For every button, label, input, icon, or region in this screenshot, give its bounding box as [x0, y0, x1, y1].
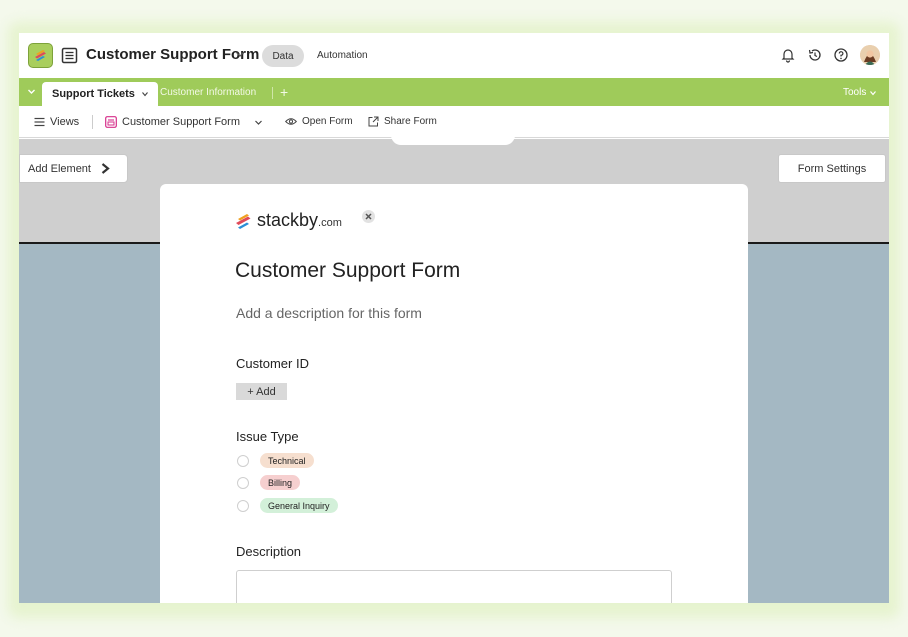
- chevron-down-icon: [142, 92, 148, 97]
- chevron-down-icon: [870, 90, 877, 95]
- form-card: stackby .com Customer Support Form Add a…: [160, 184, 748, 603]
- option-pill: Billing: [260, 475, 301, 490]
- form-logo[interactable]: stackby .com: [234, 210, 342, 231]
- chevron-right-icon: [101, 163, 110, 174]
- radio-button[interactable]: [237, 454, 249, 467]
- add-element-label: Add Element: [28, 162, 91, 175]
- chevron-down-icon: [255, 120, 262, 125]
- tools-menu[interactable]: Tools: [843, 87, 877, 98]
- history-icon[interactable]: [807, 47, 823, 63]
- description-input[interactable]: [236, 570, 672, 603]
- table-tab-bar: Support Tickets Customer Information + T…: [19, 78, 889, 106]
- views-button[interactable]: Views: [34, 116, 79, 128]
- tools-label: Tools: [843, 87, 867, 98]
- avatar[interactable]: [860, 45, 880, 65]
- app-window: Customer Support Form Data Automation Su…: [19, 33, 889, 603]
- option-pill: Technical: [260, 453, 314, 468]
- share-form-label: Share Form: [384, 116, 437, 127]
- option-general-inquiry[interactable]: General Inquiry: [237, 498, 338, 513]
- option-technical[interactable]: Technical: [237, 453, 314, 468]
- help-icon[interactable]: [833, 47, 849, 63]
- stackby-logo-icon: [236, 213, 251, 229]
- tab-automation[interactable]: Automation: [317, 50, 368, 61]
- radio-button[interactable]: [237, 499, 249, 512]
- chevron-down-icon[interactable]: [26, 86, 37, 97]
- canvas-notch: [391, 134, 515, 145]
- tab-support-tickets[interactable]: Support Tickets: [42, 82, 158, 106]
- stackby-logo-icon[interactable]: [28, 43, 53, 68]
- option-pill: General Inquiry: [260, 498, 338, 513]
- tab-data[interactable]: Data: [262, 45, 304, 67]
- form-description[interactable]: Add a description for this form: [236, 305, 422, 321]
- add-table-button[interactable]: +: [280, 84, 288, 100]
- bell-icon[interactable]: [780, 47, 796, 63]
- eye-icon: [285, 118, 297, 125]
- share-icon: [368, 116, 379, 127]
- hamburger-icon: [34, 117, 45, 127]
- add-customer-id-button[interactable]: + Add: [236, 383, 287, 400]
- open-form-button[interactable]: Open Form: [285, 116, 353, 127]
- views-label: Views: [50, 116, 80, 128]
- tab-label: Support Tickets: [52, 88, 135, 100]
- field-label-customer-id: Customer ID: [236, 356, 309, 371]
- form-view-icon: [105, 116, 117, 128]
- chevron-down-icon[interactable]: [234, 48, 246, 60]
- top-header: Customer Support Form Data Automation: [19, 33, 889, 78]
- field-label-issue-type: Issue Type: [236, 429, 299, 444]
- remove-logo-icon[interactable]: [362, 210, 375, 223]
- views-divider: [92, 115, 93, 129]
- field-label-description: Description: [236, 544, 302, 559]
- share-form-button[interactable]: Share Form: [368, 116, 437, 127]
- current-view-selector[interactable]: Customer Support Form: [105, 116, 263, 128]
- radio-button[interactable]: [237, 476, 249, 489]
- add-element-button[interactable]: Add Element: [19, 154, 128, 183]
- logo-domain: .com: [318, 217, 342, 229]
- tab-customer-information[interactable]: Customer Information: [160, 87, 256, 98]
- tab-divider: [272, 87, 273, 99]
- current-view-label: Customer Support Form: [122, 116, 240, 128]
- option-billing[interactable]: Billing: [237, 475, 301, 490]
- logo-text: stackby: [257, 210, 319, 230]
- form-title[interactable]: Customer Support Form: [235, 259, 460, 283]
- form-settings-button[interactable]: Form Settings: [778, 154, 886, 183]
- open-form-label: Open Form: [302, 116, 353, 127]
- table-icon: [61, 47, 78, 64]
